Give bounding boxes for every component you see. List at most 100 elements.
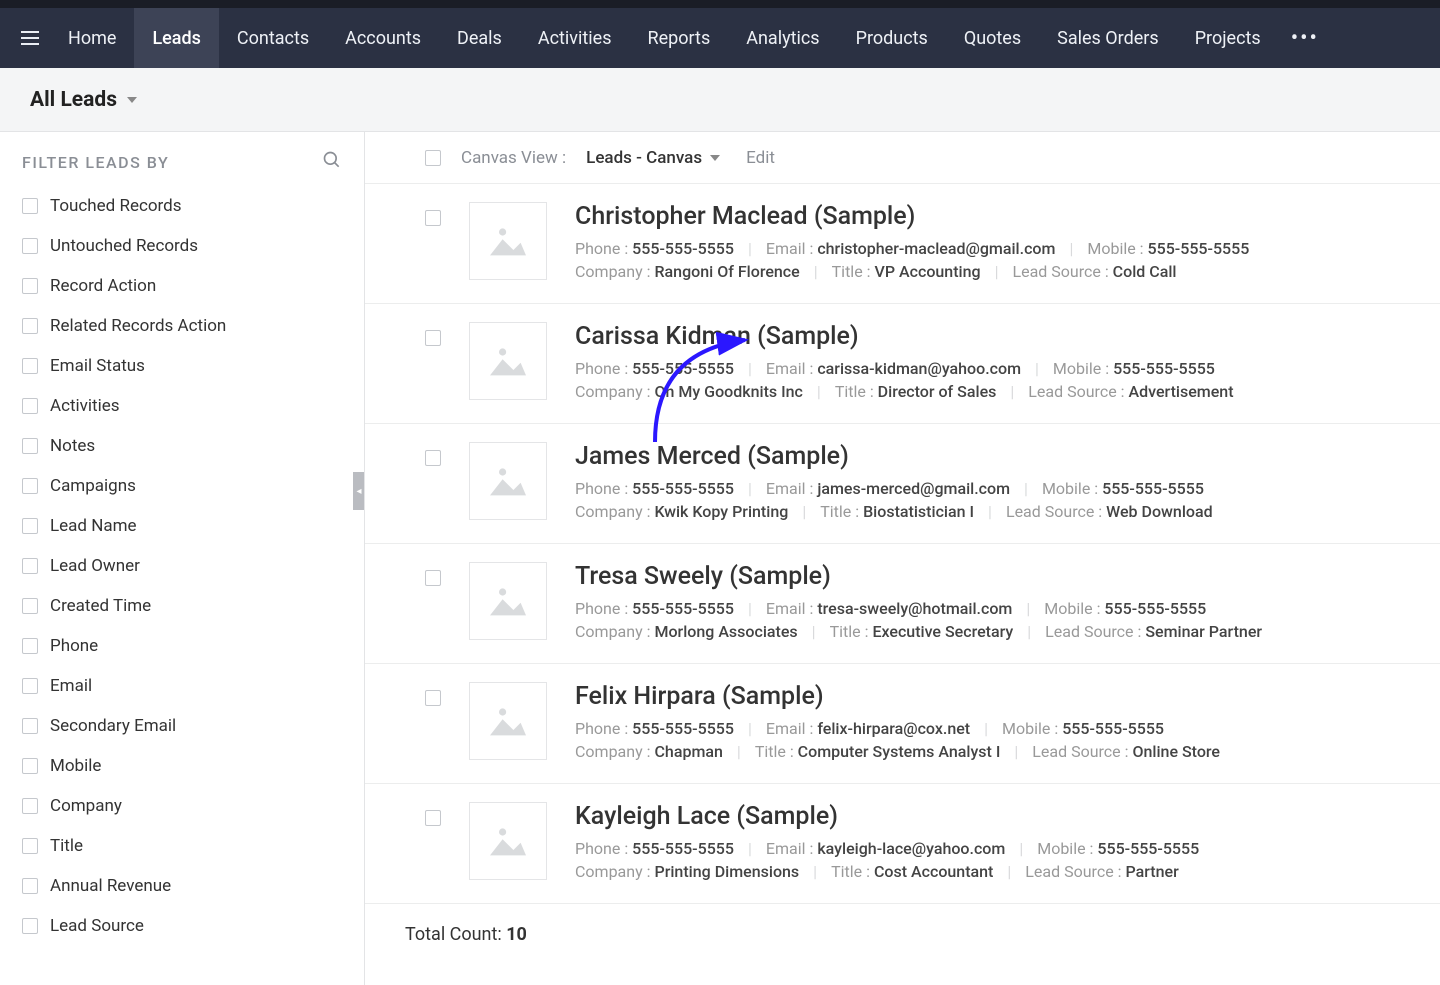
filter-label: Lead Source (50, 916, 144, 936)
filter-item[interactable]: Lead Name (22, 506, 342, 546)
lead-name[interactable]: Carissa Kidman (Sample) (575, 322, 1380, 351)
search-icon (322, 150, 342, 170)
nav-item-quotes[interactable]: Quotes (946, 8, 1039, 68)
nav-item-reports[interactable]: Reports (630, 8, 729, 68)
nav-item-analytics[interactable]: Analytics (728, 8, 837, 68)
nav-item-projects[interactable]: Projects (1177, 8, 1279, 68)
filter-item[interactable]: Email (22, 666, 342, 706)
lead-name[interactable]: Christopher Maclead (Sample) (575, 202, 1380, 231)
lead-company: Company : Kwik Kopy Printing (575, 502, 788, 521)
lead-checkbox[interactable] (425, 330, 441, 346)
select-all-checkbox[interactable] (425, 150, 441, 166)
filter-item[interactable]: Lead Source (22, 906, 342, 946)
filter-label: Touched Records (50, 196, 182, 216)
nav-item-home[interactable]: Home (50, 8, 134, 68)
lead-source: Lead Source : Cold Call (1012, 262, 1176, 281)
lead-row[interactable]: Felix Hirpara (Sample)Phone : 555-555-55… (365, 664, 1440, 784)
filter-item[interactable]: Title (22, 826, 342, 866)
lead-body: Carissa Kidman (Sample) Phone : 555-555-5… (575, 322, 1380, 405)
lead-name[interactable]: Felix Hirpara (Sample) (575, 682, 1380, 711)
lead-mobile: Mobile : 555-555-5555 (1044, 599, 1206, 618)
lead-mobile: Mobile : 555-555-5555 (1053, 359, 1215, 378)
filter-checkbox[interactable] (22, 438, 38, 454)
filter-checkbox[interactable] (22, 838, 38, 854)
lead-phone: Phone : 555-555-5555 (575, 599, 734, 618)
lead-phone: Phone : 555-555-5555 (575, 359, 734, 378)
hamburger-menu-button[interactable] (10, 18, 50, 58)
lead-checkbox[interactable] (425, 570, 441, 586)
lead-row[interactable]: James Merced (Sample)Phone : 555-555-555… (365, 424, 1440, 544)
filter-search-button[interactable] (322, 150, 342, 174)
hamburger-icon (21, 31, 39, 45)
filter-item[interactable]: Record Action (22, 266, 342, 306)
filter-checkbox[interactable] (22, 558, 38, 574)
lead-name[interactable]: James Merced (Sample) (575, 442, 1380, 471)
filter-item[interactable]: Mobile (22, 746, 342, 786)
filter-item[interactable]: Phone (22, 626, 342, 666)
nav-item-accounts[interactable]: Accounts (327, 8, 439, 68)
filter-checkbox[interactable] (22, 638, 38, 654)
lead-name[interactable]: Kayleigh Lace (Sample) (575, 802, 1380, 831)
filter-label: Untouched Records (50, 236, 198, 256)
filter-checkbox[interactable] (22, 198, 38, 214)
filter-panel: FILTER LEADS BY Touched Records Untouched… (0, 132, 365, 985)
more-menu-button[interactable]: ••• (1279, 26, 1331, 51)
nav-item-products[interactable]: Products (838, 8, 946, 68)
collapse-panel-handle[interactable]: ◂ (353, 472, 365, 510)
lead-email: Email : james-merced@gmail.com (766, 479, 1010, 498)
filter-item[interactable]: Email Status (22, 346, 342, 386)
edit-view-link[interactable]: Edit (746, 148, 775, 168)
filter-checkbox[interactable] (22, 518, 38, 534)
nav-item-sales-orders[interactable]: Sales Orders (1039, 8, 1177, 68)
filter-item[interactable]: Company (22, 786, 342, 826)
filter-title: FILTER LEADS BY (22, 153, 169, 172)
filter-checkbox[interactable] (22, 878, 38, 894)
filter-checkbox[interactable] (22, 598, 38, 614)
canvas-view-value: Leads - Canvas (586, 148, 702, 168)
filter-item[interactable]: Annual Revenue (22, 866, 342, 906)
filter-item[interactable]: Secondary Email (22, 706, 342, 746)
filter-checkbox[interactable] (22, 678, 38, 694)
filter-label: Phone (50, 636, 98, 656)
nav-item-activities[interactable]: Activities (520, 8, 630, 68)
lead-checkbox[interactable] (425, 810, 441, 826)
view-label: All Leads (30, 88, 117, 112)
lead-row[interactable]: Kayleigh Lace (Sample)Phone : 555-555-55… (365, 784, 1440, 904)
filter-checkbox[interactable] (22, 758, 38, 774)
filter-checkbox[interactable] (22, 398, 38, 414)
filter-checkbox[interactable] (22, 278, 38, 294)
lead-row[interactable]: Carissa Kidman (Sample) Phone : 555-555-5… (365, 304, 1440, 424)
filter-checkbox[interactable] (22, 318, 38, 334)
lead-row[interactable]: Tresa Sweely (Sample) Phone : 555-555-555… (365, 544, 1440, 664)
nav-item-leads[interactable]: Leads (134, 8, 218, 68)
filter-checkbox[interactable] (22, 238, 38, 254)
filter-item[interactable]: Campaigns (22, 466, 342, 506)
filter-checkbox[interactable] (22, 358, 38, 374)
filter-item[interactable]: Lead Owner (22, 546, 342, 586)
lead-avatar (469, 202, 547, 280)
lead-row[interactable]: Christopher Maclead (Sample)Phone : 555-… (365, 184, 1440, 304)
view-selector[interactable]: All Leads (30, 88, 137, 112)
lead-company: Company : Morlong Associates (575, 622, 798, 641)
filter-item[interactable]: Related Records Action (22, 306, 342, 346)
filter-checkbox[interactable] (22, 718, 38, 734)
filter-item[interactable]: Created Time (22, 586, 342, 626)
canvas-view-selector[interactable]: Leads - Canvas (586, 148, 720, 168)
lead-checkbox[interactable] (425, 450, 441, 466)
filter-checkbox[interactable] (22, 798, 38, 814)
filter-item[interactable]: Activities (22, 386, 342, 426)
filter-checkbox[interactable] (22, 918, 38, 934)
filter-item[interactable]: Untouched Records (22, 226, 342, 266)
filter-label: Email Status (50, 356, 145, 376)
lead-checkbox[interactable] (425, 690, 441, 706)
lead-source: Lead Source : Seminar Partner (1045, 622, 1262, 641)
lead-name[interactable]: Tresa Sweely (Sample) (575, 562, 1380, 591)
filter-item[interactable]: Touched Records (22, 186, 342, 226)
lead-avatar (469, 682, 547, 760)
chevron-down-icon (710, 155, 720, 161)
lead-checkbox[interactable] (425, 210, 441, 226)
nav-item-contacts[interactable]: Contacts (219, 8, 327, 68)
filter-checkbox[interactable] (22, 478, 38, 494)
filter-item[interactable]: Notes (22, 426, 342, 466)
nav-item-deals[interactable]: Deals (439, 8, 520, 68)
